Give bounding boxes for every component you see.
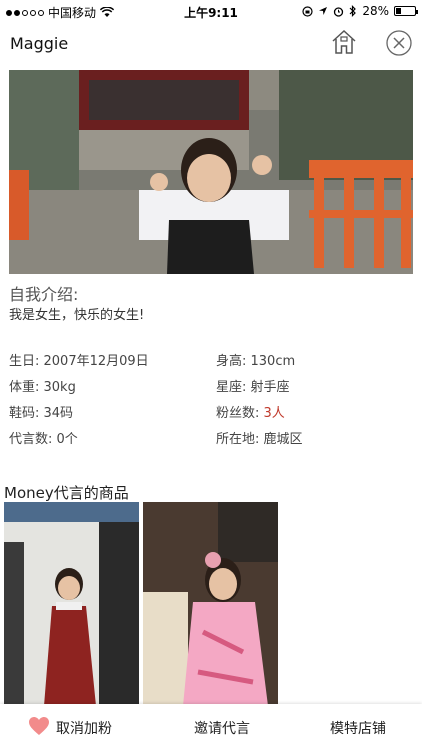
fans-label: 粉丝数: [216,405,264,421]
home-icon[interactable] [330,28,358,56]
orientation-lock-icon [302,5,313,17]
product-photo [4,502,139,706]
invite-endorsement-button[interactable]: 邀请代言 [194,718,250,738]
model-shop-button[interactable]: 模特店铺 [330,718,386,738]
product-card[interactable] [143,502,278,706]
bottom-action-bar: 取消加粉 邀请代言 模特店铺 [0,704,422,750]
location-icon [319,7,328,15]
fans-count: 3 [263,405,272,421]
intro-text: 我是女生，快乐的女生! [9,308,145,323]
info-row: 代言数: 0个 所在地: 鹿城区 [9,424,413,450]
endorsement-count: 代言数: 0个 [9,431,78,447]
shoe-size: 鞋码: 34码 [9,405,74,421]
info-row: 鞋码: 34码 粉丝数: 3人 [9,398,413,424]
fans-unit: 人 [271,405,285,421]
product-photo [143,502,278,706]
product-card[interactable] [4,502,139,706]
heart-icon[interactable] [28,716,50,736]
navigation-bar: Maggie [0,22,422,66]
close-icon[interactable] [386,30,412,56]
profile-info-grid: 生日: 2007年12月09日 身高: 130cm 体重: 30kg 星座: 射… [9,346,413,450]
info-row: 体重: 30kg 星座: 射手座 [9,372,413,398]
constellation: 星座: 射手座 [216,379,290,395]
weight: 体重: 30kg [9,379,76,395]
page-title: Maggie [10,34,69,53]
intro-heading: 自我介绍: [9,285,79,304]
info-row: 生日: 2007年12月09日 身高: 130cm [9,346,413,372]
unfollow-button[interactable]: 取消加粉 [56,718,112,738]
profile-photo-illustration [9,70,413,274]
profile-photo [9,70,413,274]
products-heading: Money代言的商品 [4,484,129,502]
bluetooth-icon [349,5,357,17]
alarm-icon [334,6,344,17]
status-bar: 中国移动 上午9:11 28% [0,0,422,22]
fans-count-field: 粉丝数: 3人 [216,402,413,421]
status-right: 28% [302,4,418,18]
location: 所在地: 鹿城区 [216,431,303,447]
battery-icon [394,6,418,16]
battery-percent: 28% [362,4,389,18]
height: 身高: 130cm [216,353,296,369]
birthday: 生日: 2007年12月09日 [9,353,149,369]
